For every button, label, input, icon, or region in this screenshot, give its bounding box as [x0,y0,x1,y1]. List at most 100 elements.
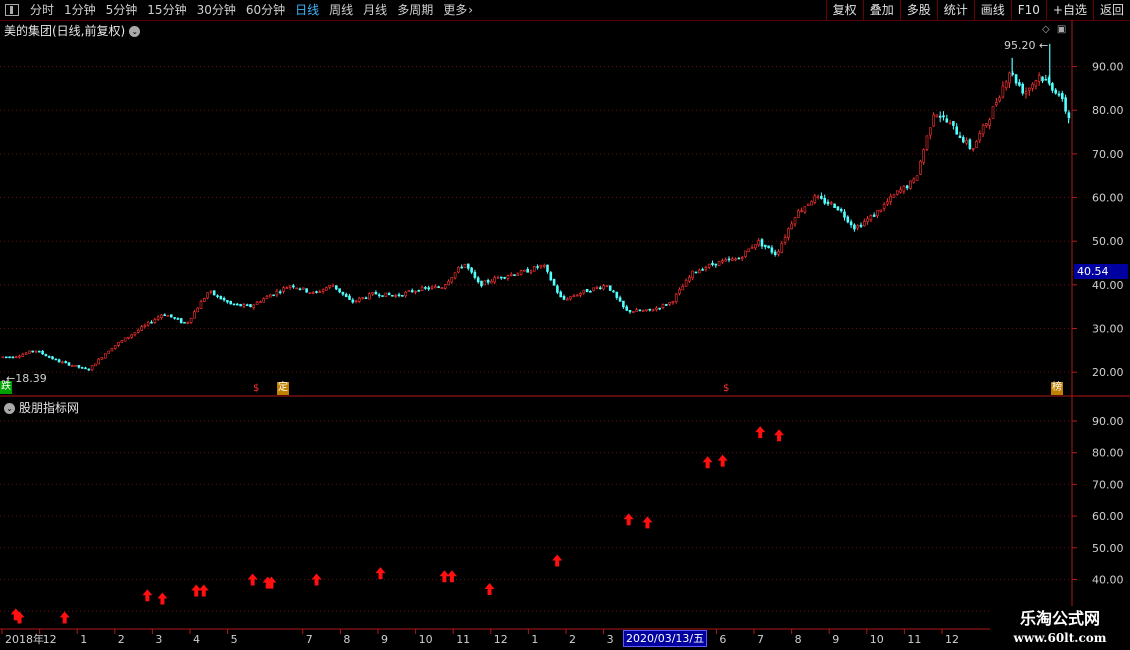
candle-body [186,321,190,324]
candle-body [209,290,213,293]
candle-body [381,295,384,297]
price-axis-label: 40.00 [1092,279,1124,292]
watermark: 乐淘公式网 www.60lt.com [990,606,1130,650]
candle-body [519,270,523,275]
candle-body [532,266,536,272]
time-axis-label: 7 [306,633,313,646]
candle-body [199,301,203,309]
candle-body [391,294,394,297]
candle-body [694,271,698,274]
candle-body [658,307,662,310]
candle-body [655,307,658,310]
candle-body [988,119,992,126]
candle-body [57,359,61,363]
indicator-title[interactable]: ⌄ 股朋指标网 [4,399,79,416]
candle-body [54,358,58,361]
buy-signal-arrow [623,513,634,526]
candle-body [321,289,325,292]
low-marker[interactable]: 跌 [0,381,12,394]
candle-body [427,287,431,290]
candle-body [450,277,454,283]
candle-body [341,291,345,295]
candle-body [325,287,328,291]
candle-body [546,264,549,272]
candle-body [179,318,183,324]
kline-chart[interactable]: 90.00 80.00 70.00 60.00 50.00 40.00 30.00 20.00… [0,0,1130,650]
buy-signal-arrow [375,567,386,580]
candle-body [470,267,473,273]
candle-body [87,368,91,371]
indicator-name: 股朋指标网 [19,401,80,415]
candle-body [688,276,691,282]
time-axis-label: 4 [193,633,200,646]
time-axis-label: 10 [870,633,884,646]
candle-body [684,279,688,287]
candle-body [417,290,421,292]
time-axis-label: 3 [155,633,162,646]
candle-body [829,202,833,205]
candle-body [737,257,741,260]
candle-body [750,247,754,249]
candle-body [305,288,308,293]
time-axis-label: 5 [231,633,238,646]
time-axis-label: 7 [757,633,764,646]
chevron-down-icon[interactable]: ⌄ [4,403,15,414]
price-axis-label: 20.00 [1092,366,1124,379]
candle-body [1041,76,1044,82]
candle-body [384,292,388,297]
dividend-marker-2[interactable]: $ [722,383,730,396]
candle-body [612,290,615,293]
candle-body [259,301,262,304]
candle-body [932,114,935,127]
candle-body [351,299,355,303]
candle-body [374,291,378,295]
candle-body [975,140,978,148]
candle-body [902,185,906,192]
candle-body [602,285,605,290]
candle-body [796,210,800,218]
fixed-marker[interactable]: 定 [277,382,289,395]
candle-body [589,290,592,293]
candle-body [94,363,97,367]
candle-body [948,122,952,125]
candle-body [1018,82,1021,86]
candle-body [971,148,975,150]
buy-signal-arrow [642,516,653,529]
candle-body [358,297,361,302]
candle-body [100,357,104,360]
candle-body [777,251,780,255]
signals [10,426,785,624]
diamond-icon[interactable]: ◇ [1042,24,1050,35]
candle-body [443,284,447,289]
candle-body [170,314,173,318]
candle-body [721,260,724,263]
candle-body [823,197,827,204]
main-chart-title[interactable]: 美的集团(日线,前复权) ⌄ [4,22,141,39]
candle-body [714,263,718,266]
candle-body [414,290,417,293]
buy-signal-arrow [446,570,457,583]
candle-body [608,285,612,291]
candle-body [331,285,335,287]
candle-body [493,277,497,283]
candle-body [562,296,566,300]
candle-body [466,263,470,269]
candle-body [24,352,28,355]
stock-title: 美的集团(日线,前复权) [4,24,126,38]
buy-signal-arrow [484,582,495,595]
candle-body [163,314,166,317]
window-icon[interactable]: ▣ [1057,24,1066,35]
candle-body [437,286,440,288]
candle-body [120,340,124,343]
chevron-down-icon[interactable]: ⌄ [129,26,141,37]
candle-body [490,280,493,284]
low-price-label: ←18.39 [6,372,47,385]
ranking-marker[interactable]: 榜 [1051,382,1063,395]
candle-body [1061,93,1064,100]
dividend-marker-1[interactable]: $ [252,383,260,396]
candle-body [113,345,117,349]
candle-body [308,292,312,294]
time-axis-label: 1 [80,633,87,646]
candle-body [730,258,734,261]
candle-body [206,292,209,299]
